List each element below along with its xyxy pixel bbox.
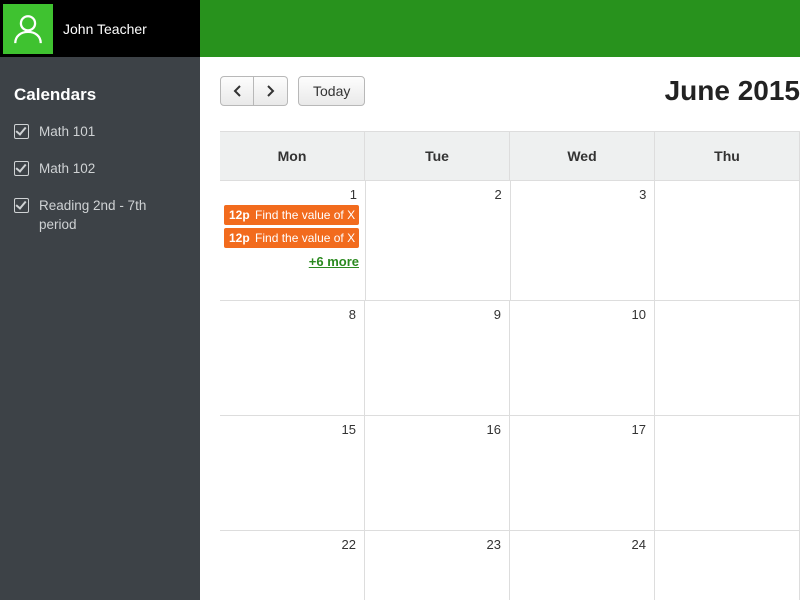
event-item[interactable]: 12p Find the value of X — [224, 228, 359, 248]
checkbox-icon[interactable] — [14, 161, 29, 176]
event-item[interactable]: 12p Find the value of X — [224, 205, 359, 225]
day-header: Mon — [220, 132, 365, 180]
calendar-cell[interactable]: 23 — [365, 531, 510, 600]
prev-button[interactable] — [220, 76, 254, 106]
day-header: Thu — [655, 132, 800, 180]
day-number — [659, 535, 793, 540]
calendar-cell[interactable] — [655, 301, 800, 415]
calendar-toolbar: Today June 2015 — [220, 75, 800, 107]
calendar-cell[interactable]: 8 — [220, 301, 365, 415]
sidebar: Calendars Math 101 Math 102 Reading 2nd … — [0, 57, 200, 600]
calendar-cell[interactable]: 16 — [365, 416, 510, 530]
calendar-row: 22 23 24 — [220, 531, 800, 600]
day-number — [659, 420, 793, 425]
calendar-cell[interactable]: 1 12p Find the value of X 12p Find the v… — [220, 181, 366, 300]
calendar-row: 8 9 10 — [220, 301, 800, 416]
chevron-left-icon — [233, 85, 242, 97]
app-header: John Teacher — [0, 0, 800, 57]
calendar-row: 1 12p Find the value of X 12p Find the v… — [220, 181, 800, 301]
day-number: 17 — [514, 420, 648, 440]
calendar-cell[interactable] — [655, 181, 800, 300]
checkbox-icon[interactable] — [14, 198, 29, 213]
day-number: 3 — [515, 185, 649, 205]
calendar-cell[interactable]: 15 — [220, 416, 365, 530]
avatar — [3, 4, 53, 54]
today-button[interactable]: Today — [298, 76, 365, 106]
checkbox-icon[interactable] — [14, 124, 29, 139]
calendar-cell[interactable]: 10 — [510, 301, 655, 415]
calendar-item-label: Math 102 — [39, 160, 95, 179]
day-number: 10 — [514, 305, 648, 325]
day-header: Tue — [365, 132, 510, 180]
calendar-grid: Mon Tue Wed Thu 1 12p Find the value of … — [220, 131, 800, 600]
calendar-cell[interactable]: 22 — [220, 531, 365, 600]
day-number: 2 — [370, 185, 504, 205]
day-number: 24 — [514, 535, 648, 555]
nav-buttons — [220, 76, 288, 106]
chevron-right-icon — [266, 85, 275, 97]
day-number: 1 — [224, 185, 359, 205]
main: Today June 2015 Mon Tue Wed Thu 1 12p Fi… — [200, 57, 800, 600]
calendar-cell[interactable]: 2 — [366, 181, 511, 300]
day-number: 8 — [224, 305, 358, 325]
day-number: 16 — [369, 420, 503, 440]
day-header: Wed — [510, 132, 655, 180]
sidebar-title: Calendars — [14, 85, 186, 105]
calendar-item-label: Math 101 — [39, 123, 95, 142]
calendar-cell[interactable]: 17 — [510, 416, 655, 530]
calendar-header-row: Mon Tue Wed Thu — [220, 132, 800, 181]
calendar-title: June 2015 — [665, 75, 800, 107]
day-number — [659, 305, 793, 310]
calendar-cell[interactable]: 3 — [511, 181, 656, 300]
more-events-link[interactable]: +6 more — [224, 254, 359, 269]
username: John Teacher — [63, 21, 147, 37]
calendar-item-math102[interactable]: Math 102 — [14, 160, 186, 179]
user-icon — [11, 12, 45, 46]
day-number — [659, 185, 793, 190]
calendar-cell[interactable] — [655, 416, 800, 530]
calendar-body: 1 12p Find the value of X 12p Find the v… — [220, 181, 800, 600]
calendar-row: 15 16 17 — [220, 416, 800, 531]
calendar-cell[interactable]: 24 — [510, 531, 655, 600]
next-button[interactable] — [254, 76, 288, 106]
calendar-item-label: Reading 2nd - 7th period — [39, 197, 186, 235]
header-user[interactable]: John Teacher — [0, 0, 200, 57]
calendar-cell[interactable] — [655, 531, 800, 600]
calendar-cell[interactable]: 9 — [365, 301, 510, 415]
calendar-item-math101[interactable]: Math 101 — [14, 123, 186, 142]
day-number: 15 — [224, 420, 358, 440]
day-number: 23 — [369, 535, 503, 555]
day-number: 22 — [224, 535, 358, 555]
calendar-item-reading[interactable]: Reading 2nd - 7th period — [14, 197, 186, 235]
day-number: 9 — [369, 305, 503, 325]
